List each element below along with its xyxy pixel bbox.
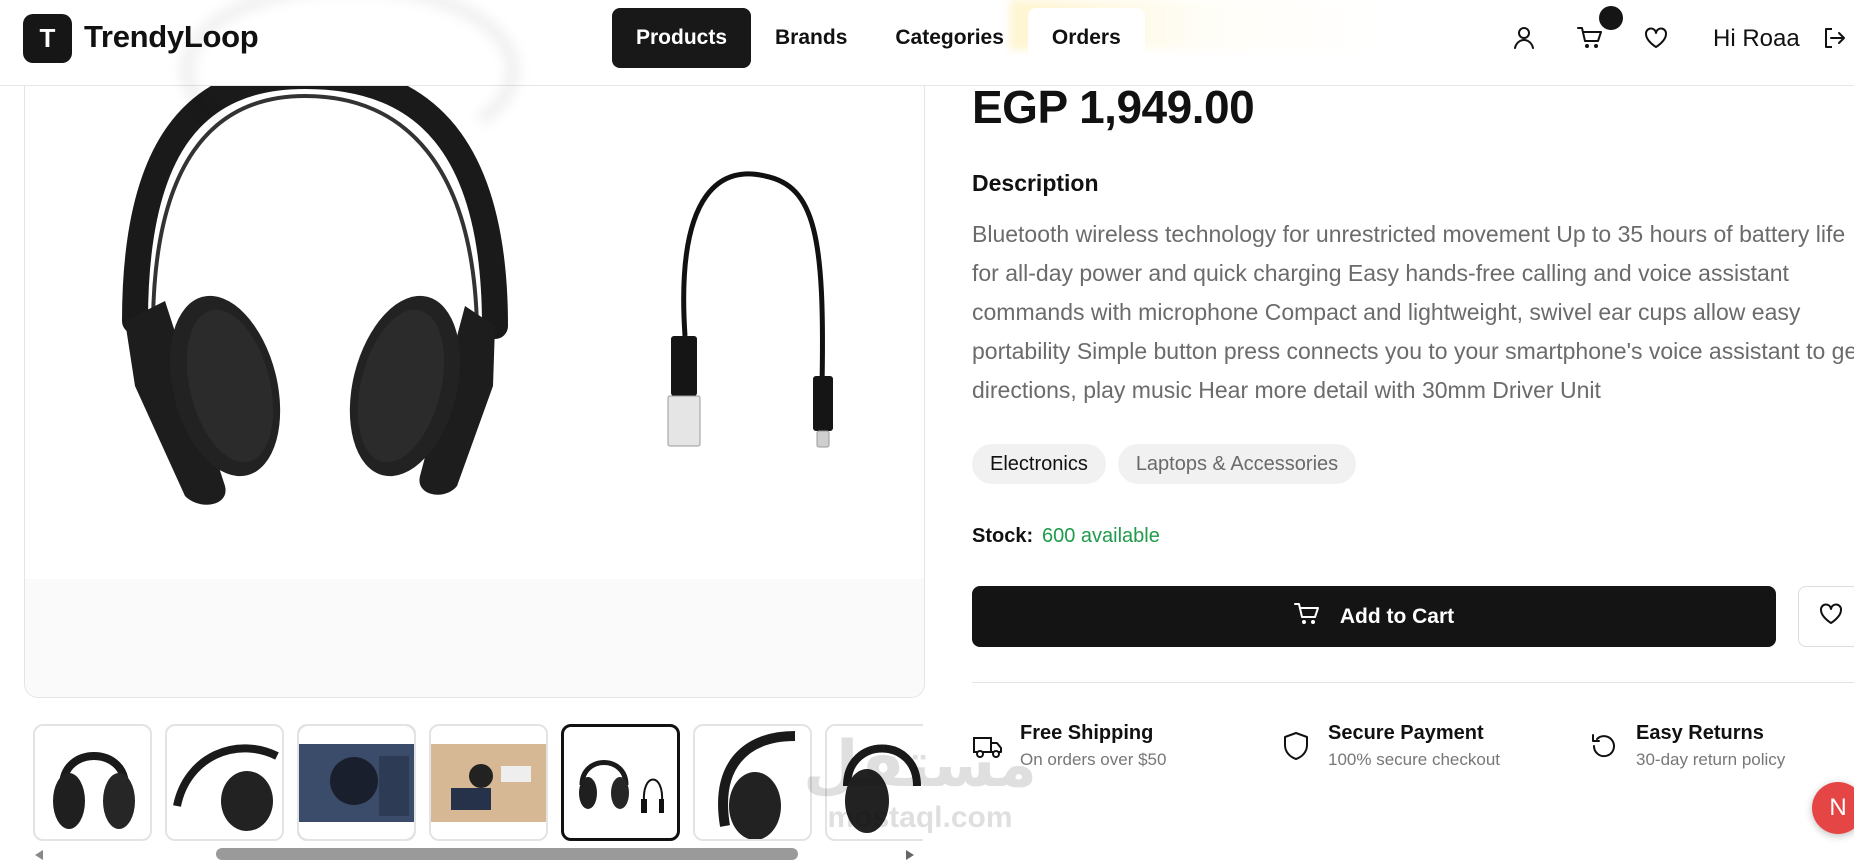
description-heading: Description	[972, 170, 1099, 196]
user-icon[interactable]	[1510, 24, 1538, 52]
feature-title: Free Shipping	[1020, 722, 1154, 744]
add-to-cart-button[interactable]: Add to Cart	[972, 586, 1776, 647]
shield-icon	[1280, 730, 1312, 762]
feature-subtitle: On orders over $50	[1020, 750, 1167, 769]
tag-laptops-accessories[interactable]: Laptops & Accessories	[1117, 444, 1357, 484]
product-price: EGP 1,949.00	[972, 81, 1255, 133]
heart-icon	[1819, 603, 1843, 630]
top-navbar: T TrendyLoop Products Brands Categories …	[0, 0, 1854, 86]
section-divider	[972, 682, 1854, 683]
feature-title: Secure Payment	[1328, 722, 1484, 744]
truck-icon	[972, 730, 1004, 762]
floating-action-button[interactable]: N	[1812, 782, 1854, 834]
add-to-wishlist-button[interactable]	[1798, 586, 1854, 647]
cart-count-badge	[1599, 6, 1623, 30]
brand-name[interactable]: TrendyLoop	[84, 19, 259, 55]
refresh-icon	[1588, 730, 1620, 762]
description-text: Bluetooth wireless technology for unrest…	[972, 221, 1854, 403]
stock-value: 600 available	[1042, 525, 1160, 547]
image-bottom-band	[25, 579, 924, 697]
thumbnail-7[interactable]	[825, 724, 923, 841]
scroll-thumb[interactable]	[216, 848, 798, 860]
nav-products[interactable]: Products	[612, 8, 752, 68]
main-nav: Products Brands Categories Orders	[612, 8, 1145, 68]
add-to-cart-label: Add to Cart	[1339, 604, 1455, 628]
nav-brands[interactable]: Brands	[751, 8, 871, 68]
user-greeting[interactable]: Hi Roaa	[1713, 25, 1800, 53]
stock-label: Stock:	[972, 525, 1034, 547]
thumbnail-5-selected[interactable]	[561, 724, 680, 841]
thumbnail-3[interactable]	[297, 724, 416, 841]
headphones-image	[122, 86, 833, 505]
thumbnail-scrollbar[interactable]	[33, 846, 918, 862]
thumbnail-6[interactable]	[693, 724, 812, 841]
category-tags: Electronics Laptops & Accessories	[972, 444, 1357, 484]
heart-icon[interactable]	[1642, 24, 1670, 52]
logo-badge[interactable]: T	[23, 14, 72, 63]
scroll-left-arrow[interactable]	[33, 848, 45, 860]
thumbnail-4[interactable]	[429, 724, 548, 841]
thumbnail-strip	[33, 724, 923, 842]
tag-electronics[interactable]: Electronics	[972, 444, 1106, 484]
feature-title: Easy Returns	[1636, 722, 1764, 744]
thumbnail-1[interactable]	[33, 724, 152, 841]
cart-icon[interactable]	[1576, 24, 1604, 52]
thumbnail-2[interactable]	[165, 724, 284, 841]
nav-categories[interactable]: Categories	[871, 8, 1028, 68]
scroll-right-arrow[interactable]	[904, 848, 916, 860]
nav-orders[interactable]: Orders	[1027, 8, 1145, 68]
cart-icon	[1293, 602, 1320, 632]
main-product-image[interactable]	[24, 86, 925, 698]
feature-subtitle: 100% secure checkout	[1328, 750, 1500, 769]
logout-icon[interactable]	[1820, 24, 1848, 52]
feature-subtitle: 30-day return policy	[1636, 750, 1786, 769]
